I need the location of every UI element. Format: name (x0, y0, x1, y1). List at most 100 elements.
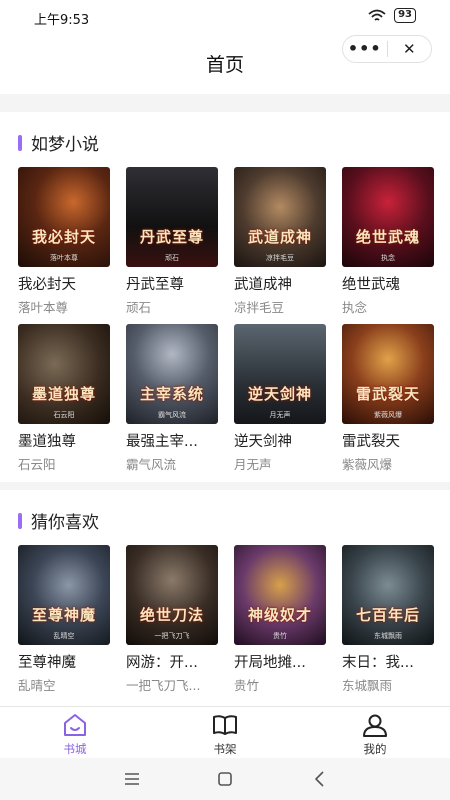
book-author: 东城飘雨 (342, 678, 393, 693)
section-header: 猜你喜欢 (18, 508, 99, 533)
book-title[interactable]: 至尊神魔 (18, 651, 110, 672)
book-title[interactable]: 末日：我... (342, 651, 434, 672)
book-title[interactable]: 我必封天 (18, 273, 110, 294)
book-cover[interactable]: 丹武至尊 顽石 (126, 167, 218, 267)
book-cover[interactable]: 逆天剑神 月无声 (234, 324, 326, 424)
battery-icon: 93 (394, 8, 416, 23)
tab-label: 我的 (363, 742, 387, 756)
book-card[interactable]: 墨道独尊 石云阳 墨道独尊 石云阳 (18, 324, 110, 473)
cover-title: 雷武裂天 (355, 385, 420, 403)
book-title[interactable]: 丹武至尊 (126, 273, 218, 294)
cover-author: 月无声 (269, 411, 291, 419)
book-title[interactable]: 雷武裂天 (342, 430, 434, 451)
tab-label: 书架 (213, 742, 237, 756)
book-card[interactable]: 丹武至尊 顽石 丹武至尊 顽石 (126, 167, 218, 316)
section-accent-bar (18, 512, 22, 529)
home-icon[interactable] (213, 768, 237, 790)
user-icon (363, 714, 387, 737)
book-title[interactable]: 开局地摊... (234, 651, 326, 672)
book-card[interactable]: 至尊神魔 乱晴空 至尊神魔 乱晴空 (18, 545, 110, 694)
cover-author: 凉拌毛豆 (266, 254, 294, 262)
book-author: 月无声 (234, 457, 272, 472)
cover-author: 霸气风流 (158, 411, 186, 419)
cover-title: 我必封天 (31, 228, 96, 246)
book-author: 落叶本尊 (18, 300, 69, 315)
status-time: 上午9:53 (34, 13, 90, 28)
tab-bookshelf[interactable]: 书架 (180, 713, 270, 757)
menu-icon[interactable] (120, 768, 144, 790)
book-title[interactable]: 逆天剑神 (234, 430, 326, 451)
cover-author: 顽石 (165, 254, 179, 262)
book-card[interactable]: 神级奴才 贵竹 开局地摊... 贵竹 (234, 545, 326, 694)
book-author: 执念 (342, 300, 368, 315)
status-icons: 93 (368, 8, 416, 23)
cover-title: 绝世武魂 (355, 228, 420, 246)
book-card[interactable]: 七百年后 东城飘雨 末日：我... 东城飘雨 (342, 545, 434, 694)
back-icon[interactable] (308, 768, 332, 790)
cover-title: 七百年后 (355, 606, 420, 624)
book-card[interactable]: 绝世刀法 一把飞刀飞 网游：开... 一把飞刀飞... (126, 545, 218, 694)
book-author: 凉拌毛豆 (234, 300, 285, 315)
book-cover[interactable]: 我必封天 落叶本尊 (18, 167, 110, 267)
cover-author: 贵竹 (273, 632, 287, 640)
cover-author: 落叶本尊 (50, 254, 78, 262)
book-cover[interactable]: 雷武裂天 紫薇风爆 (342, 324, 434, 424)
tab-store[interactable]: 书城 (30, 713, 120, 757)
cover-title: 墨道独尊 (31, 385, 96, 403)
wifi-icon (368, 9, 386, 21)
book-title[interactable]: 绝世武魂 (342, 273, 434, 294)
mini-program-capsule: ••• ✕ (342, 35, 432, 63)
section-rumeng: 如梦小说 我必封天 落叶本尊 我必封天 落叶本尊 丹武至尊 顽石 丹武至尊 顽石… (0, 112, 450, 482)
cover-title: 丹武至尊 (139, 228, 204, 246)
book-title[interactable]: 墨道独尊 (18, 430, 110, 451)
tab-mine[interactable]: 我的 (330, 713, 420, 757)
book-card[interactable]: 绝世武魂 执念 绝世武魂 执念 (342, 167, 434, 316)
cover-author: 一把飞刀飞 (154, 632, 190, 640)
title-bar: 首页 ••• ✕ (0, 34, 450, 94)
book-cover[interactable]: 武道成神 凉拌毛豆 (234, 167, 326, 267)
cover-title: 主宰系统 (139, 385, 204, 403)
book-card[interactable]: 逆天剑神 月无声 逆天剑神 月无声 (234, 324, 326, 473)
cover-title: 至尊神魔 (31, 606, 96, 624)
book-card[interactable]: 武道成神 凉拌毛豆 武道成神 凉拌毛豆 (234, 167, 326, 316)
cover-title: 绝世刀法 (139, 606, 204, 624)
book-cover[interactable]: 主宰系统 霸气风流 (126, 324, 218, 424)
cover-author: 紫薇风爆 (374, 411, 402, 419)
more-icon[interactable]: ••• (343, 39, 387, 59)
book-author: 顽石 (126, 300, 152, 315)
section-title: 猜你喜欢 (31, 513, 99, 533)
cover-author: 石云阳 (53, 411, 75, 419)
book-author: 紫薇风爆 (342, 457, 393, 472)
book-author: 一把飞刀飞... (126, 678, 201, 693)
cover-title: 神级奴才 (247, 606, 312, 624)
bookshelf-icon (213, 715, 237, 735)
section-title: 如梦小说 (31, 135, 99, 155)
book-author: 乱晴空 (18, 678, 56, 693)
cover-title: 逆天剑神 (247, 385, 312, 403)
system-nav-bar (0, 758, 450, 800)
section-accent-bar (18, 134, 22, 151)
book-title[interactable]: 网游：开... (126, 651, 218, 672)
cover-title: 武道成神 (247, 228, 312, 246)
book-cover[interactable]: 墨道独尊 石云阳 (18, 324, 110, 424)
bottom-tab-bar: 书城 书架 我的 (0, 706, 450, 758)
book-cover[interactable]: 绝世武魂 执念 (342, 167, 434, 267)
book-author: 石云阳 (18, 457, 56, 472)
cover-author: 执念 (381, 254, 395, 262)
book-cover[interactable]: 神级奴才 贵竹 (234, 545, 326, 645)
book-author: 贵竹 (234, 678, 260, 693)
book-cover[interactable]: 至尊神魔 乱晴空 (18, 545, 110, 645)
book-card[interactable]: 主宰系统 霸气风流 最强主宰... 霸气风流 (126, 324, 218, 473)
store-icon (64, 714, 86, 736)
book-card[interactable]: 雷武裂天 紫薇风爆 雷武裂天 紫薇风爆 (342, 324, 434, 473)
book-cover[interactable]: 七百年后 东城飘雨 (342, 545, 434, 645)
cover-author: 乱晴空 (53, 632, 75, 640)
book-cover[interactable]: 绝世刀法 一把飞刀飞 (126, 545, 218, 645)
book-title[interactable]: 最强主宰... (126, 430, 218, 451)
section-header: 如梦小说 (18, 130, 99, 155)
book-author: 霸气风流 (126, 457, 177, 472)
book-card[interactable]: 我必封天 落叶本尊 我必封天 落叶本尊 (18, 167, 110, 316)
tab-label: 书城 (63, 742, 87, 756)
book-title[interactable]: 武道成神 (234, 273, 326, 294)
close-icon[interactable]: ✕ (387, 39, 431, 59)
